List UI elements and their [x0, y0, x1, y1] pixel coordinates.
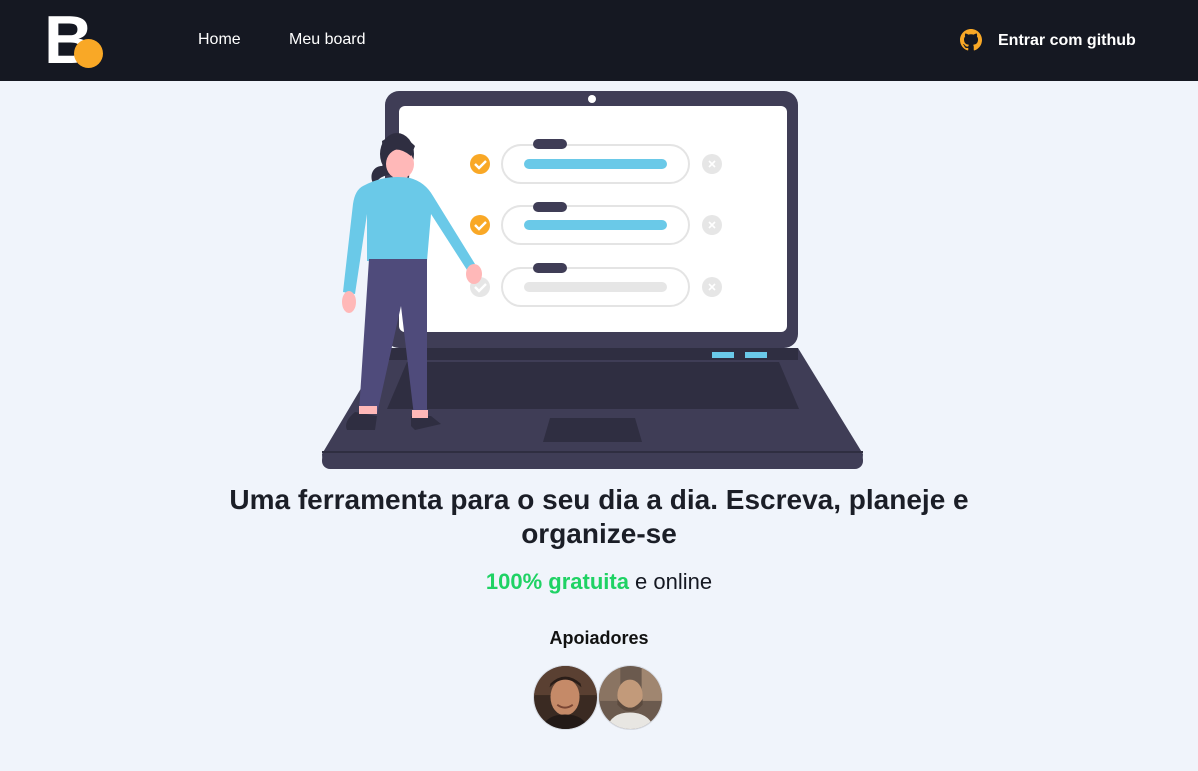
nav-link-home[interactable]: Home — [198, 31, 241, 49]
logo-dot — [74, 39, 103, 68]
github-icon — [960, 28, 982, 54]
github-login-button[interactable]: Entrar com github — [956, 26, 1146, 56]
laptop-checklist-illustration — [322, 91, 863, 469]
laptop-trackpad — [543, 418, 642, 442]
supporters-list — [533, 665, 668, 731]
subline-rest: e online — [628, 569, 713, 594]
brand-logo[interactable]: B — [44, 6, 106, 74]
supporter-avatar[interactable] — [533, 665, 598, 730]
hero-headline: Uma ferramenta para o seu dia a dia. Esc… — [229, 484, 969, 549]
free-highlight: 100% gratuita — [485, 569, 629, 594]
supporters-title: Apoiadores — [549, 628, 649, 648]
nav-link-meu-board[interactable]: Meu board — [289, 31, 366, 49]
laptop-keyboard — [387, 362, 799, 409]
github-login-label: Entrar com github — [998, 32, 1136, 49]
laptop-camera — [588, 95, 596, 103]
hero-illustration — [315, 86, 870, 476]
hero-subline: 100% gratuita e online — [200, 568, 998, 596]
supporter-avatar[interactable] — [598, 665, 663, 730]
top-navigation-bar: B Home Meu board Entrar com github — [0, 0, 1198, 81]
